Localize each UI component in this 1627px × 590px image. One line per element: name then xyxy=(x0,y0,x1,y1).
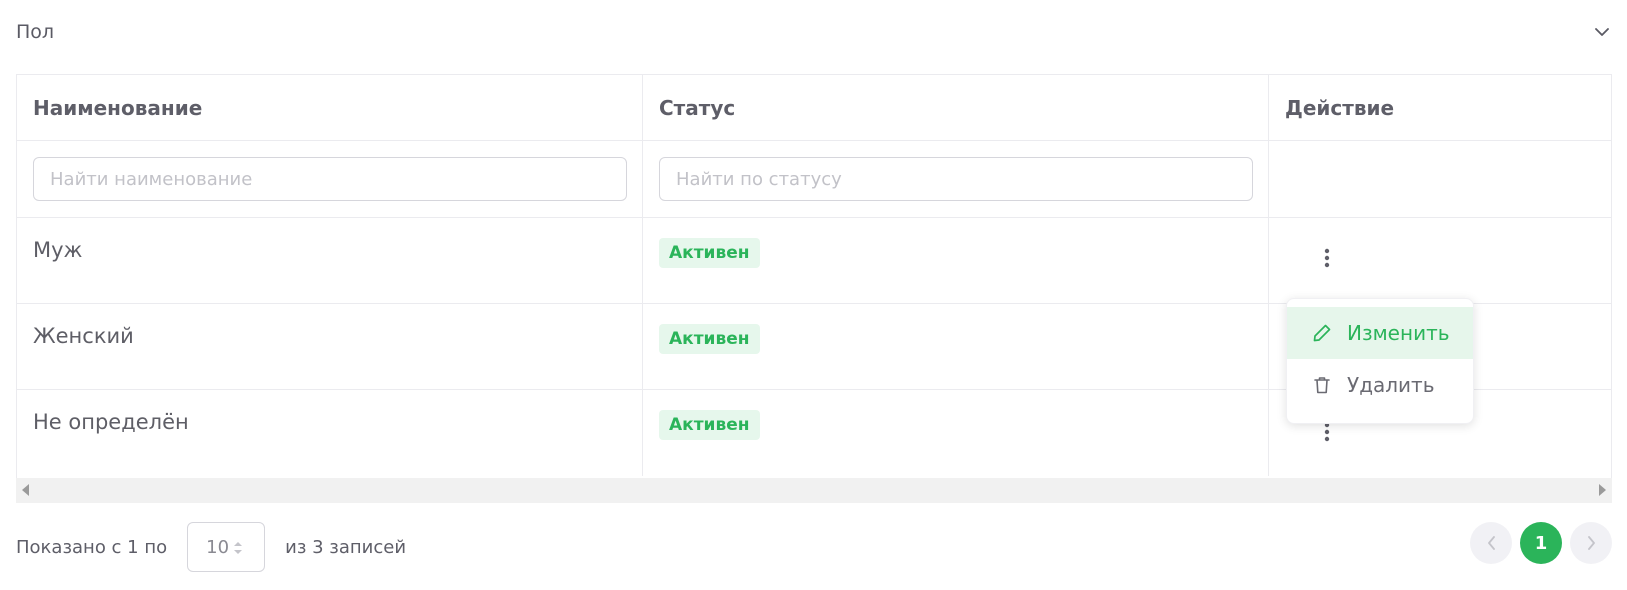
pagination: 1 xyxy=(1470,522,1612,564)
name-filter-input[interactable] xyxy=(33,157,627,201)
section-header[interactable]: Пол xyxy=(16,14,1612,50)
row-name: Не определён xyxy=(33,410,189,434)
trash-icon xyxy=(1311,374,1333,396)
scroll-right-arrow-icon[interactable] xyxy=(1599,484,1606,496)
chevron-down-icon[interactable] xyxy=(1592,22,1612,42)
status-badge: Активен xyxy=(659,410,760,440)
row-name: Женский xyxy=(33,324,134,348)
more-actions-icon[interactable] xyxy=(1315,246,1339,270)
page-size-value: 10 xyxy=(206,536,230,558)
scroll-left-arrow-icon[interactable] xyxy=(22,484,29,496)
column-header-name[interactable]: Наименование xyxy=(17,75,643,140)
next-page-button[interactable] xyxy=(1570,522,1612,564)
edit-label: Изменить xyxy=(1347,321,1450,345)
total-records-text: из 3 записей xyxy=(285,536,407,558)
column-header-action: Действие xyxy=(1285,95,1395,120)
table-header-row: Наименование Статус Действие xyxy=(17,75,1611,141)
section-title: Пол xyxy=(16,21,55,43)
column-header-status[interactable]: Статус xyxy=(643,75,1269,140)
data-table: Наименование Статус Действие Муж Активен… xyxy=(16,74,1612,502)
horizontal-scrollbar[interactable] xyxy=(16,478,1612,503)
chevron-right-icon xyxy=(1587,536,1595,550)
filter-cell-action xyxy=(1269,141,1611,217)
status-badge: Активен xyxy=(659,238,760,268)
delete-label: Удалить xyxy=(1347,373,1435,397)
pencil-icon xyxy=(1311,322,1333,344)
filter-cell-status xyxy=(643,141,1269,217)
table-row: Муж Активен xyxy=(17,218,1611,304)
delete-menu-item[interactable]: Удалить xyxy=(1287,359,1473,411)
sort-updown-icon xyxy=(232,540,244,556)
row-actions-menu: Изменить Удалить xyxy=(1286,298,1474,424)
table-filter-row xyxy=(17,141,1611,218)
status-badge: Активен xyxy=(659,324,760,354)
filter-cell-name xyxy=(17,141,643,217)
table-footer: Показано с 1 по 10 из 3 записей xyxy=(16,522,406,572)
edit-menu-item[interactable]: Изменить xyxy=(1287,307,1473,359)
page-button-1[interactable]: 1 xyxy=(1520,522,1562,564)
row-name: Муж xyxy=(33,238,83,262)
status-filter-input[interactable] xyxy=(659,157,1253,201)
page-size-select[interactable]: 10 xyxy=(187,522,266,572)
chevron-left-icon xyxy=(1487,536,1495,550)
shown-range-text: Показано с 1 по xyxy=(16,536,168,558)
prev-page-button[interactable] xyxy=(1470,522,1512,564)
